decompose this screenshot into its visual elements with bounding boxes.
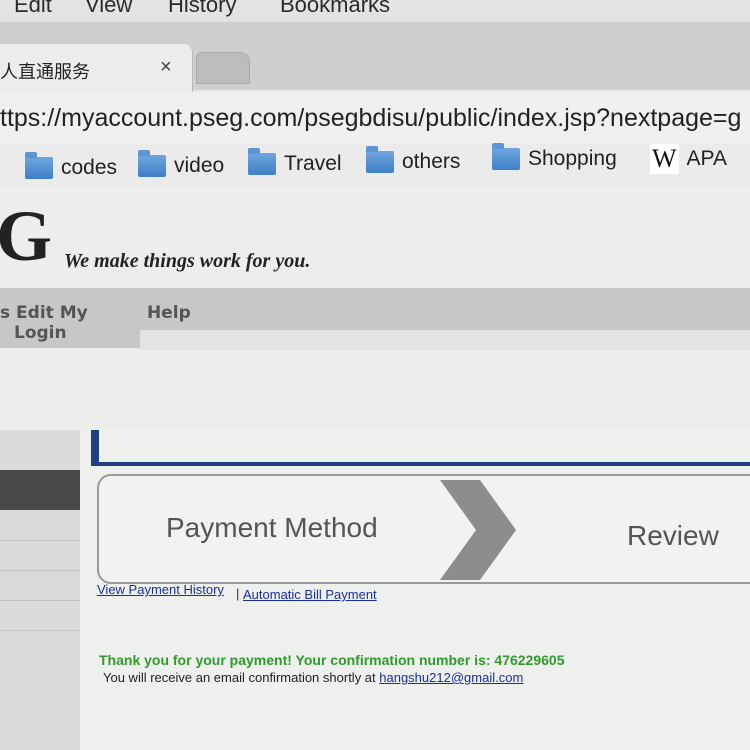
nav-help[interactable]: Help <box>147 303 191 323</box>
folder-icon <box>248 148 276 175</box>
nav-label: Login <box>14 323 67 343</box>
site-tagline: We make things work for you. <box>64 250 311 272</box>
folder-icon <box>138 150 166 177</box>
menu-edit[interactable]: Edit <box>14 0 52 18</box>
tab-close-icon[interactable]: × <box>160 56 172 79</box>
section-marker <box>91 430 99 466</box>
bookmark-shopping[interactable]: Shopping <box>492 143 617 171</box>
email-notice: You will receive an email confirmation s… <box>103 670 523 685</box>
step-payment-method: Payment Method <box>166 512 378 543</box>
sidebar-divider <box>0 630 80 631</box>
new-tab-button[interactable] <box>196 52 250 84</box>
menu-bookmarks[interactable]: Bookmarks <box>280 0 390 18</box>
folder-icon <box>25 152 53 179</box>
section-rule <box>99 462 750 466</box>
link-separator: | <box>236 586 240 601</box>
nav-label: s Edit My <box>0 303 88 323</box>
step-chevron-icon <box>440 480 516 580</box>
bookmark-apa[interactable]: W APA <box>650 144 727 174</box>
menu-history[interactable]: History <box>168 0 236 18</box>
bookmark-label: APA <box>686 147 728 170</box>
url-text[interactable]: ttps://myaccount.pseg.com/psegbdisu/publ… <box>0 104 741 133</box>
email-notice-text: You will receive an email confirmation s… <box>103 670 380 685</box>
bookmark-label: others <box>402 150 461 173</box>
menu-bar: Edit View History Bookmarks <box>0 0 750 22</box>
bookmark-codes[interactable]: codes <box>25 152 118 180</box>
confirmation-message: Thank you for your payment! Your confirm… <box>99 652 565 668</box>
nav-edit-my-login[interactable]: s Edit My Login <box>0 303 88 343</box>
folder-icon <box>366 146 394 173</box>
bookmark-label: Shopping <box>528 147 617 170</box>
sidebar-divider <box>0 570 80 571</box>
sidebar-divider <box>0 540 80 541</box>
folder-icon <box>492 143 520 170</box>
bookmark-others[interactable]: others <box>366 146 461 174</box>
automatic-bill-payment-link[interactable]: Automatic Bill Payment <box>243 587 377 602</box>
menu-view[interactable]: View <box>85 0 132 18</box>
bookmark-label: codes <box>61 156 118 179</box>
sidebar-active-item[interactable] <box>0 470 80 510</box>
email-link[interactable]: hangshu212@gmail.com <box>379 670 523 685</box>
step-review: Review <box>627 520 719 551</box>
sidebar-divider <box>0 600 80 601</box>
tab-title: 人直通服务 <box>0 62 90 83</box>
bookmark-video[interactable]: video <box>138 150 225 178</box>
bookmark-label: video <box>174 154 225 177</box>
nav-divider <box>140 330 750 350</box>
wikipedia-icon: W <box>650 144 679 174</box>
bookmark-travel[interactable]: Travel <box>248 148 342 176</box>
site-logo[interactable]: G <box>0 200 52 272</box>
bookmark-label: Travel <box>284 152 342 175</box>
view-payment-history-link[interactable]: View Payment History <box>97 582 224 597</box>
